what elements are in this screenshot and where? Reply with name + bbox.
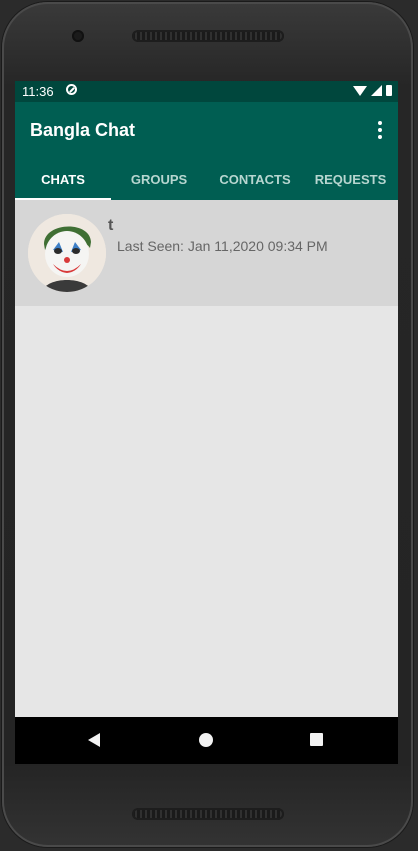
- status-bar: 11:36: [15, 81, 398, 102]
- recents-icon[interactable]: [310, 733, 323, 746]
- signal-icon: [371, 85, 382, 96]
- tab-groups[interactable]: GROUPS: [111, 158, 207, 200]
- avatar[interactable]: [28, 214, 106, 292]
- battery-icon: [386, 85, 392, 96]
- status-icons: [353, 85, 392, 96]
- top-speaker-grille: [132, 30, 284, 42]
- tab-chats[interactable]: CHATS: [15, 158, 111, 200]
- status-time: 11:36: [22, 84, 54, 99]
- back-icon[interactable]: [88, 733, 100, 747]
- wifi-icon: [353, 85, 367, 96]
- app-screen: 11:36 Bangla Chat CHATS GROUPS CONTACTS …: [15, 81, 398, 764]
- last-seen-text: Last Seen: Jan 11,2020 09:34 PM: [117, 238, 328, 254]
- app-title: Bangla Chat: [30, 120, 136, 140]
- front-camera: [72, 30, 84, 42]
- chat-name: t: [108, 217, 114, 234]
- tab-contacts[interactable]: CONTACTS: [207, 158, 303, 200]
- tab-requests[interactable]: REQUESTS: [303, 158, 398, 200]
- app-bar: Bangla Chat: [15, 102, 398, 158]
- chat-list-item[interactable]: t Last Seen: Jan 11,2020 09:34 PM: [15, 200, 398, 306]
- sync-icon: [66, 84, 77, 95]
- bottom-speaker-grille: [132, 808, 284, 820]
- device-frame: 11:36 Bangla Chat CHATS GROUPS CONTACTS …: [0, 0, 418, 851]
- overflow-menu-icon[interactable]: [376, 121, 384, 139]
- system-navigation-bar: [15, 717, 398, 764]
- home-icon[interactable]: [199, 733, 213, 747]
- avatar-image: [28, 214, 106, 292]
- tab-bar: CHATS GROUPS CONTACTS REQUESTS: [15, 158, 398, 200]
